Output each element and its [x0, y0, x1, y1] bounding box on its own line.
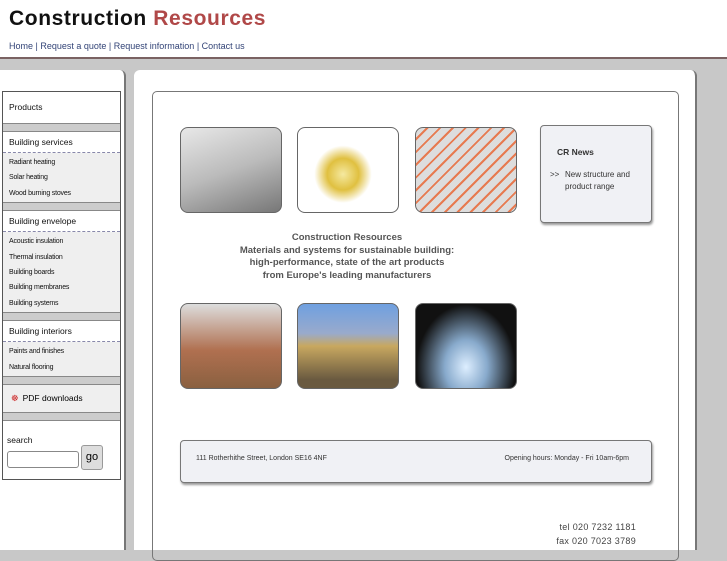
opening-hours: Opening hours: Monday - Fri 10am-6pm	[504, 455, 630, 462]
divider	[3, 312, 120, 322]
nav-home[interactable]: Home	[9, 41, 33, 51]
sidebar-building-services[interactable]: Building services	[3, 132, 120, 153]
sidebar-item-acoustic-insulation[interactable]: Acoustic insulation	[3, 234, 120, 249]
paint-tins-image	[297, 127, 399, 213]
news-title: CR News	[557, 147, 594, 157]
sidebar-item-thermal-insulation[interactable]: Thermal insulation	[3, 250, 120, 265]
sidebar-item-paints-finishes[interactable]: Paints and finishes	[3, 344, 120, 359]
divider	[3, 375, 120, 385]
divider	[3, 411, 120, 421]
news-box: CR News >> New structure and product range	[540, 125, 652, 223]
telephone: tel 020 7232 1181	[559, 522, 636, 532]
building-construction-image	[297, 303, 399, 389]
sidebar-item-building-membranes[interactable]: Building membranes	[3, 280, 120, 295]
sidebar: Products Building services Radiant heati…	[2, 91, 121, 480]
logo[interactable]: Construction Resources	[9, 7, 266, 31]
sidebar-item-natural-flooring[interactable]: Natural flooring	[3, 360, 120, 375]
water-splash-image	[415, 303, 517, 389]
sidebar-products[interactable]: Products	[3, 92, 120, 123]
nav-request-quote[interactable]: Request a quote	[40, 41, 106, 51]
sidebar-building-interiors[interactable]: Building interiors	[3, 321, 120, 343]
fax: fax 020 7023 3789	[556, 536, 636, 546]
nav-request-information[interactable]: Request information	[114, 41, 195, 51]
search-box: search go	[3, 420, 120, 479]
radiant-heating-image	[415, 127, 517, 213]
address: 111 Rotherhithe Street, London SE16 4NF	[196, 455, 327, 462]
sidebar-item-building-systems[interactable]: Building systems	[3, 296, 120, 311]
sidebar-item-wood-burning-stoves[interactable]: Wood burning stoves	[3, 186, 120, 201]
pdf-downloads-link[interactable]: ☸ PDF downloads	[3, 384, 120, 412]
pdf-icon: ☸	[11, 392, 19, 403]
footer-info: 111 Rotherhithe Street, London SE16 4NF …	[180, 440, 652, 483]
sidebar-item-solar-heating[interactable]: Solar heating	[3, 170, 120, 185]
divider	[3, 202, 120, 212]
tagline: Construction Resources Materials and sys…	[239, 232, 455, 281]
interior-image	[180, 303, 282, 389]
search-label: search	[7, 434, 33, 445]
go-button[interactable]: go	[81, 444, 103, 470]
contact-numbers: tel 020 7232 1181 fax 020 7023 3789	[556, 520, 636, 548]
news-item[interactable]: >> New structure and product range	[550, 169, 630, 193]
divider	[3, 123, 120, 132]
sidebar-item-building-boards[interactable]: Building boards	[3, 265, 120, 280]
header: Construction Resources Home | Request a …	[0, 0, 727, 59]
sidebar-building-envelope[interactable]: Building envelope	[3, 211, 120, 233]
sidebar-item-radiant-heating[interactable]: Radiant heating	[3, 155, 120, 170]
building-board-image	[180, 127, 282, 213]
right-strip	[699, 70, 727, 550]
search-input[interactable]	[7, 450, 79, 468]
top-nav: Home | Request a quote | Request informa…	[9, 41, 245, 51]
nav-contact-us[interactable]: Contact us	[202, 41, 245, 51]
